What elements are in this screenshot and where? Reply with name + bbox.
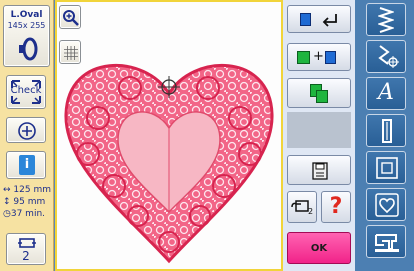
height-value: 95 mm xyxy=(13,197,46,207)
alphabet-icon: A xyxy=(378,80,394,105)
hoop-icon xyxy=(19,37,38,61)
time-readout: ◷37 min. xyxy=(3,208,45,220)
clock-icon: ◷ xyxy=(3,209,11,219)
check-size-button[interactable]: Check xyxy=(6,75,46,109)
design-name: L.Oval xyxy=(10,10,43,20)
return-arrow-icon xyxy=(322,14,337,27)
duplicate-button[interactable] xyxy=(287,78,351,108)
height-readout: ↕ 95 mm xyxy=(3,196,45,208)
help-button[interactable]: ? xyxy=(321,191,351,223)
multi-count: 2 xyxy=(22,249,30,263)
info-icon: i xyxy=(19,155,35,175)
center-button[interactable] xyxy=(6,117,46,143)
quilt-square-icon xyxy=(376,157,398,179)
hoop-select-button[interactable]: 2 xyxy=(287,191,317,223)
info-button[interactable]: i xyxy=(6,151,46,179)
hoop-info-button[interactable]: L.Oval 145x 255 xyxy=(3,5,50,67)
embroidery-button[interactable] xyxy=(366,188,406,221)
alphabet-button[interactable]: A xyxy=(366,77,406,110)
zoom-in-button[interactable] xyxy=(59,5,81,29)
hoop-count: 2 xyxy=(308,207,314,216)
time-value: 37 min. xyxy=(10,209,46,219)
move-design-button[interactable] xyxy=(287,5,351,33)
design-size: 145x 255 xyxy=(7,21,46,30)
check-label: Check xyxy=(10,85,42,96)
blue-square-icon-2 xyxy=(325,51,336,64)
green-square-icon xyxy=(297,51,310,64)
zigzag-stitch-icon xyxy=(378,7,394,33)
decorative-stitch-icon xyxy=(378,45,399,68)
width-value: 125 mm xyxy=(13,185,51,195)
magnifier-plus-icon xyxy=(63,10,79,26)
plus-icon: + xyxy=(313,49,324,64)
multi-design-button[interactable]: 2 xyxy=(6,233,46,265)
buttonhole-icon xyxy=(382,119,392,143)
width-arrow-icon: ↔ xyxy=(3,185,11,195)
hoop-frame-icon xyxy=(18,238,36,248)
center-crosshair-icon xyxy=(18,122,36,140)
decorative-stitch-button[interactable] xyxy=(366,40,406,73)
machine-settings-button[interactable] xyxy=(366,225,406,258)
save-button[interactable] xyxy=(287,155,351,185)
help-icon: ? xyxy=(329,194,343,219)
height-arrow-icon: ↕ xyxy=(3,197,11,207)
ok-button[interactable]: OK xyxy=(287,232,351,264)
stitch-menu-button[interactable] xyxy=(366,3,406,36)
buttonhole-button[interactable] xyxy=(366,114,406,147)
center-crosshair-marker xyxy=(158,76,180,98)
floppy-disk-icon xyxy=(312,162,328,180)
empty-slot xyxy=(287,112,351,148)
width-readout: ↔ 125 mm xyxy=(3,184,51,196)
quilt-button[interactable] xyxy=(366,151,406,184)
heart-embroidery-icon xyxy=(375,193,399,217)
hand-hoop-icon xyxy=(291,200,309,212)
add-design-button[interactable]: + xyxy=(287,43,351,71)
duplicate-front-icon xyxy=(316,90,328,103)
blue-square-icon xyxy=(300,13,311,26)
machine-icon xyxy=(375,234,399,252)
